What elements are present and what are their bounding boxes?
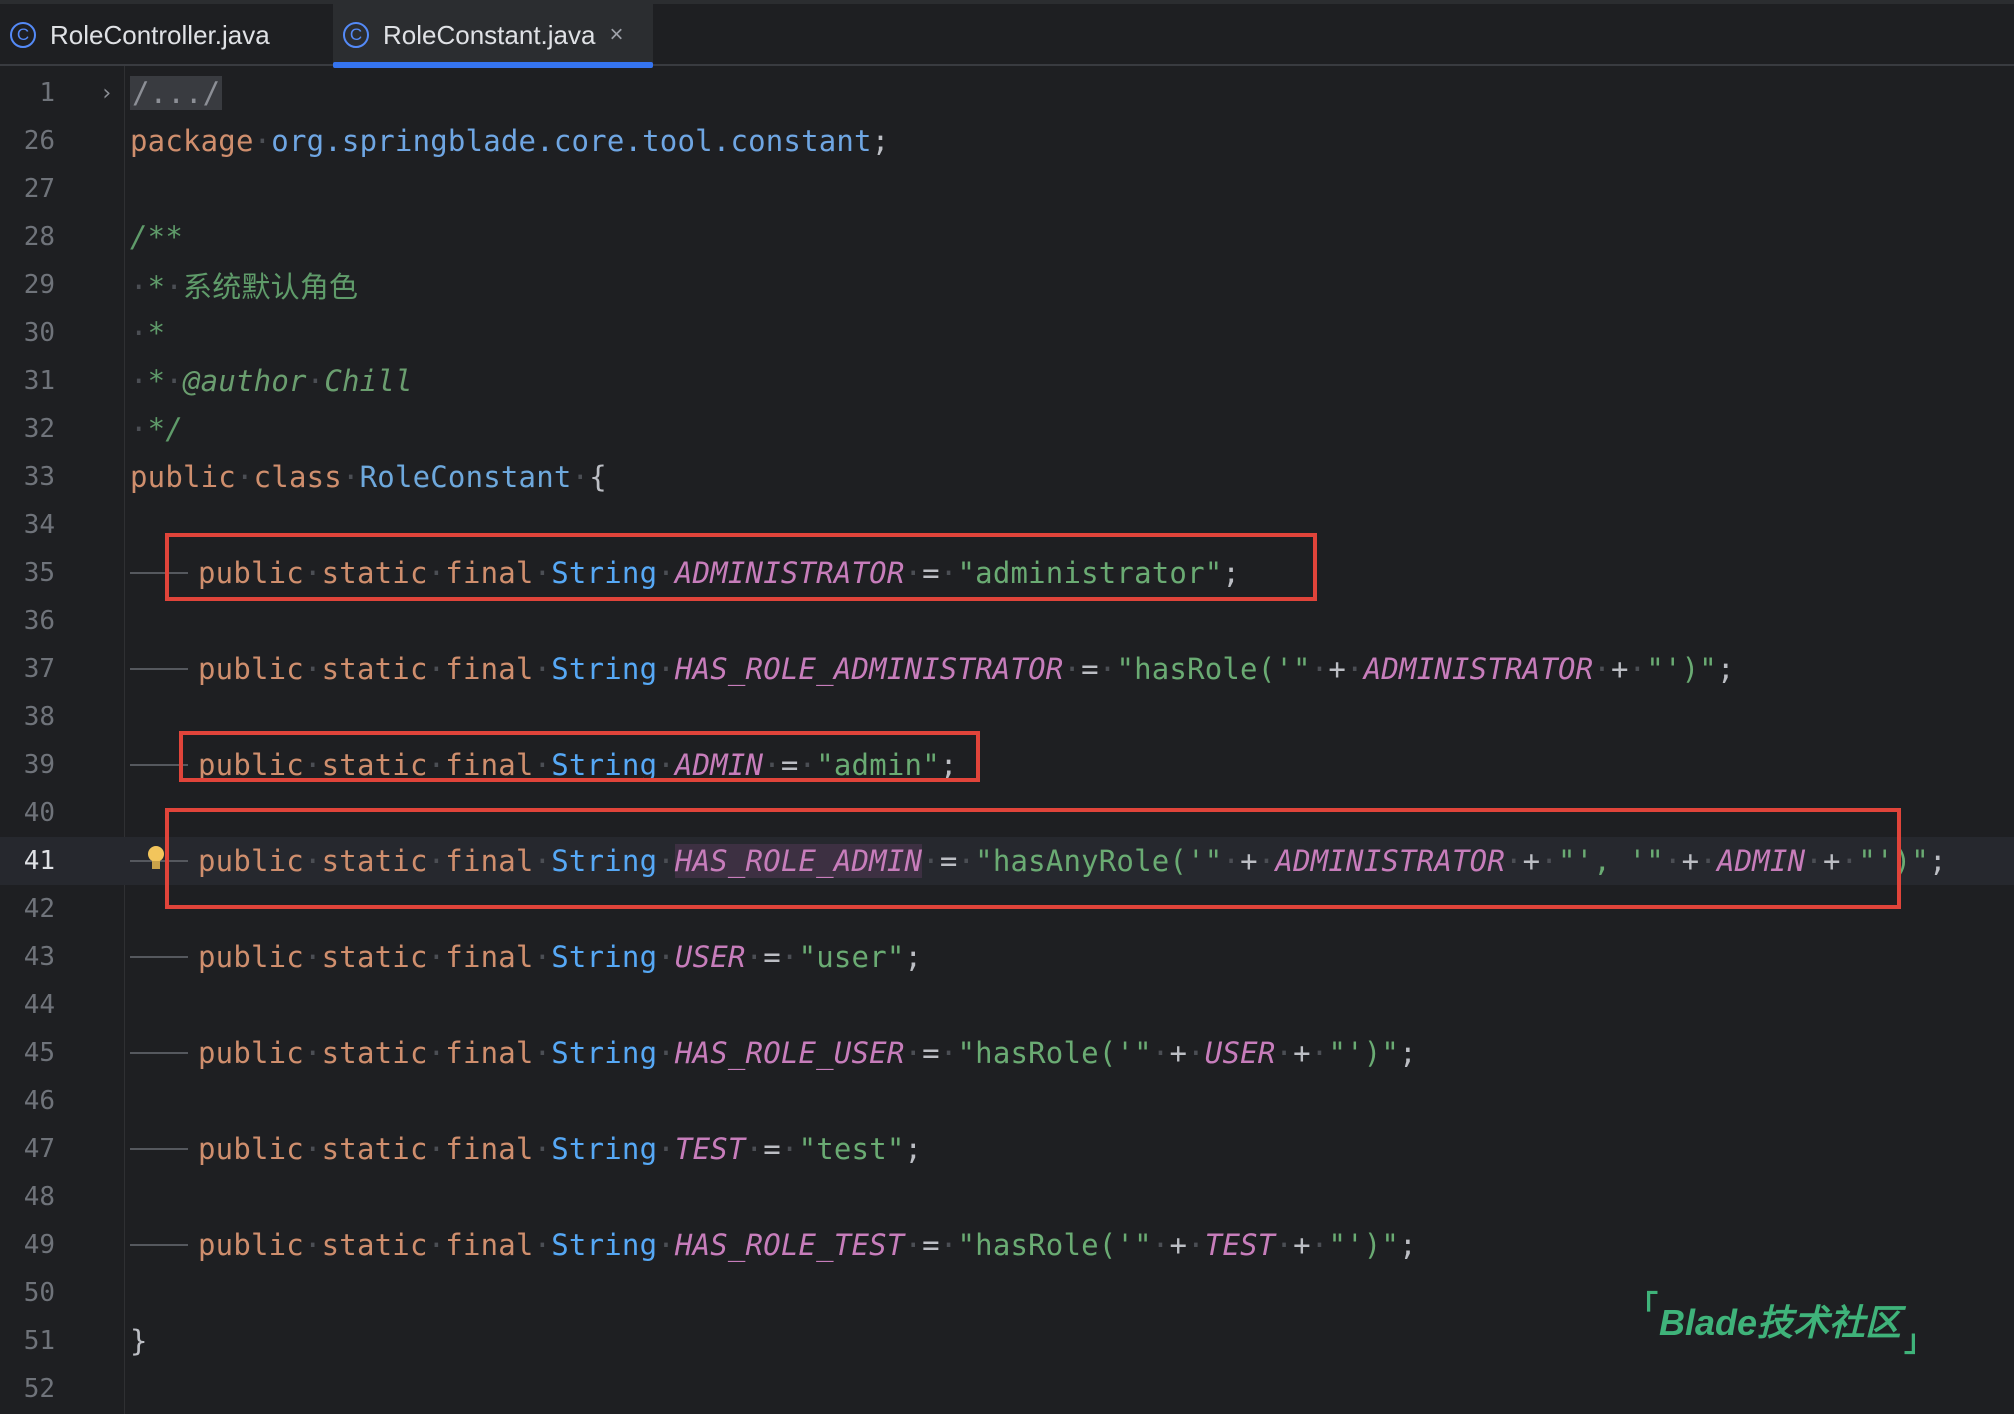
indent-guide [130,1148,188,1150]
line-number: 35 [23,558,55,588]
line-number: 43 [23,942,55,972]
code-line: 37 public·static·final·String·HAS_ROLE_A… [0,645,2014,693]
tab-label: RoleController.java [50,19,270,50]
line-number: 33 [23,462,55,492]
line-number: 27 [23,174,55,204]
indent-guide [130,956,188,958]
code-line: 26 package·org.springblade.core.tool.con… [0,117,2014,165]
code-text: /.../ [130,76,223,110]
line-number: 51 [23,1326,55,1356]
code-line: 31 ·*·@author·Chill [0,357,2014,405]
line-number: 26 [23,126,55,156]
line-number: 50 [23,1278,55,1308]
code-text: ·*·系统默认角色 [130,270,359,304]
code-text: public·static·final·String·HAS_ROLE_ADMI… [198,652,1735,686]
line-number: 32 [23,414,55,444]
tab-role-constant[interactable]: C RoleConstant.java × [333,4,653,68]
code-line: 1 › /.../ [0,69,2014,117]
indent-guide [130,1244,188,1246]
tab-label: RoleConstant.java [383,19,596,50]
code-line: 46 [0,1077,2014,1125]
annotation-box [165,808,1901,909]
code-line: 30 ·* [0,309,2014,357]
code-line: 52 [0,1365,2014,1413]
line-number: 31 [23,366,55,396]
code-text: ·* [130,316,166,350]
code-text: public·static·final·String·HAS_ROLE_USER… [198,1036,1417,1070]
code-line: 27 [0,165,2014,213]
code-text: ·*/ [130,412,183,446]
line-number: 38 [23,702,55,732]
line-number: 41 [23,846,55,876]
folded-imports[interactable]: /.../ [130,76,223,110]
line-number: 36 [23,606,55,636]
code-line: 32 ·*/ [0,405,2014,453]
chevron-right-icon[interactable]: › [100,81,113,106]
annotation-box [179,731,980,782]
code-text: ·*·@author·Chill [130,364,413,398]
watermark-close: 」 [1904,1325,1934,1358]
watermark-text: Blade技术社区 [1658,1302,1902,1343]
line-number: 46 [23,1086,55,1116]
code-line: 33 public·class·RoleConstant·{ [0,453,2014,501]
line-number: 52 [23,1374,55,1404]
line-number: 48 [23,1182,55,1212]
tab-role-controller[interactable]: C RoleController.java [10,4,328,66]
code-text: public·static·final·String·TEST·=·"test"… [198,1132,923,1166]
code-line: 43 public·static·final·String·USER·=·"us… [0,933,2014,981]
line-number: 30 [23,318,55,348]
code-line: 36 [0,597,2014,645]
watermark: 「 Blade技术社区 」 [1628,1290,1934,1358]
watermark-open: 「 [1628,1291,1658,1324]
close-icon[interactable]: × [609,21,623,49]
line-number: 42 [23,894,55,924]
line-number: 28 [23,222,55,252]
code-line: 49 public·static·final·String·HAS_ROLE_T… [0,1221,2014,1269]
code-line: 45 public·static·final·String·HAS_ROLE_U… [0,1029,2014,1077]
class-icon: C [10,22,36,48]
code-text: public·class·RoleConstant·{ [130,460,607,494]
code-line: 47 public·static·final·String·TEST·=·"te… [0,1125,2014,1173]
code-text: /** [130,220,183,254]
line-number: 29 [23,270,55,300]
line-number: 47 [23,1134,55,1164]
line-number: 45 [23,1038,55,1068]
line-number: 39 [23,750,55,780]
code-text: } [130,1324,148,1358]
lightbulb-icon[interactable] [148,846,164,872]
line-number: 37 [23,654,55,684]
class-icon: C [343,22,369,48]
code-text: public·static·final·String·USER·=·"user"… [198,940,923,974]
line-number: 44 [23,990,55,1020]
code-line: 28 /** [0,213,2014,261]
line-number: 49 [23,1230,55,1260]
code-line: 29 ·*·系统默认角色 [0,261,2014,309]
editor-tab-bar: C RoleController.java C RoleConstant.jav… [0,0,2014,68]
code-line: 44 [0,981,2014,1029]
annotation-box [165,533,1317,601]
code-line: 48 [0,1173,2014,1221]
indent-guide [130,668,188,670]
code-text: package·org.springblade.core.tool.consta… [130,124,890,158]
line-number: 34 [23,510,55,540]
line-number: 1 [39,78,55,108]
indent-guide [130,1052,188,1054]
code-text: public·static·final·String·HAS_ROLE_TEST… [198,1228,1417,1262]
line-number: 40 [23,798,55,828]
